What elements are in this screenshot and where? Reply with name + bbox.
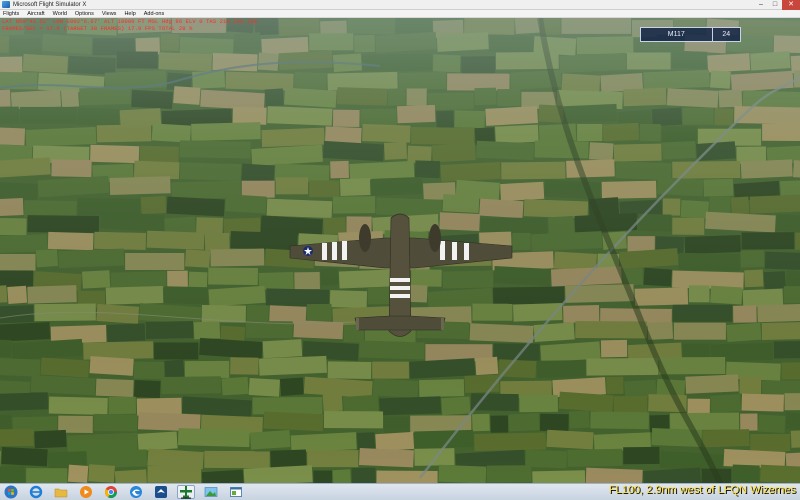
flight-scene-viewport[interactable]: LAT N50°43.52' LON E002°6.67' ALT 10000 …: [0, 18, 800, 483]
app-icon: [2, 1, 10, 8]
folder-icon[interactable]: [52, 485, 70, 499]
internet-explorer-icon[interactable]: [27, 485, 45, 499]
menu-addons[interactable]: Add-ons: [144, 10, 165, 18]
window-icon[interactable]: [227, 485, 245, 499]
location-caption: FL100, 2.9nm west of LFQN Wizernes: [608, 484, 796, 496]
hud-value: 24: [722, 31, 731, 38]
aircraft-icon[interactable]: [177, 485, 195, 499]
debug-position-readout: LAT N50°43.52' LON E002°6.67' ALT 10000 …: [2, 18, 258, 25]
close-button[interactable]: ✕: [782, 0, 800, 10]
maximize-button[interactable]: □: [768, 0, 782, 10]
menu-aircraft[interactable]: Aircraft: [27, 10, 44, 18]
edge-icon[interactable]: [127, 485, 145, 499]
window-title: Microsoft Flight Simulator X: [13, 1, 87, 8]
start-orb-icon[interactable]: [2, 485, 20, 499]
menu-world[interactable]: World: [53, 10, 67, 18]
media-player-icon[interactable]: [77, 485, 95, 499]
flight-sim-icon[interactable]: [152, 485, 170, 499]
menu-flights[interactable]: Flights: [3, 10, 19, 18]
chrome-icon[interactable]: [102, 485, 120, 499]
debug-frame-readout: FRAMES/SEC = 17.9 (TARGET 30 FRAMES) 17.…: [2, 25, 193, 32]
menu-options[interactable]: Options: [75, 10, 94, 18]
hud-indicator: M117 24: [640, 27, 741, 42]
window-titlebar[interactable]: Microsoft Flight Simulator X – □ ✕: [0, 0, 800, 10]
menu-views[interactable]: Views: [102, 10, 117, 18]
windows-taskbar: FL100, 2.9nm west of LFQN Wizernes: [0, 483, 800, 500]
terrain-view: [0, 18, 800, 483]
menu-bar: Flights Aircraft World Options Views Hel…: [0, 10, 800, 18]
minimize-button[interactable]: –: [754, 0, 768, 10]
window-controls: – □ ✕: [754, 0, 800, 10]
hud-label: M117: [641, 28, 713, 41]
menu-help[interactable]: Help: [124, 10, 135, 18]
picture-viewer-icon[interactable]: [202, 485, 220, 499]
